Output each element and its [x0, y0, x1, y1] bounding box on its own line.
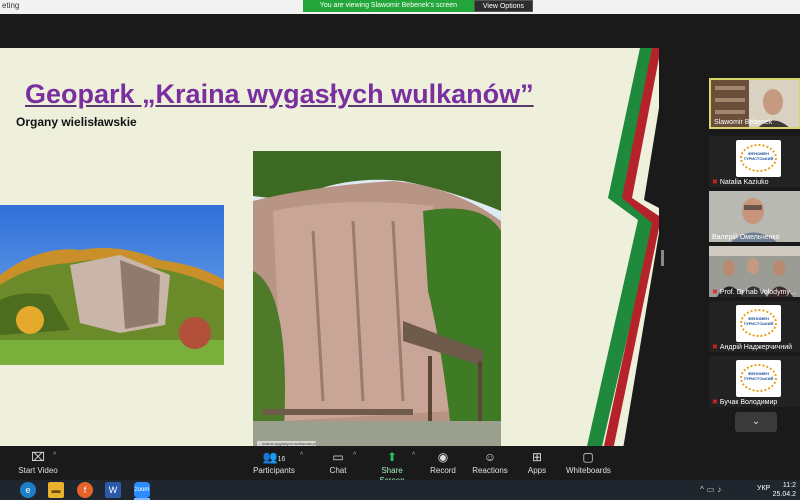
participants-button[interactable]: 👥16 Participants [250, 448, 298, 478]
participant-tile-active-speaker[interactable]: Slawomir Bebenek [709, 78, 800, 129]
participants-icon: 👥16 [262, 450, 286, 464]
share-screen-button[interactable]: ⬆ Share Screen [368, 448, 416, 485]
window-title: eting [2, 1, 20, 10]
muted-mic-icon: ✖ [712, 179, 718, 186]
decorative-stripes [585, 48, 659, 455]
participant-tile[interactable]: ✖ Prof. Dr hab Volodymy… [709, 246, 800, 297]
participant-tile[interactable]: Валерій Омельченко [709, 191, 800, 242]
reactions-label: Reactions [472, 466, 508, 475]
shared-screen-area: Geopark „Kraina wygasłych wulkanów” Orga… [0, 14, 705, 455]
apps-label: Apps [527, 466, 547, 475]
start-video-label: Start Video [18, 466, 58, 475]
firefox-icon[interactable]: f [77, 482, 93, 498]
quarry-photo-landscape [0, 205, 224, 365]
participant-name: ✖ Natalia Kaziuko [712, 178, 769, 187]
participant-name: ✖ Андрій Наджерчичний [712, 343, 793, 352]
participant-tile[interactable]: ФЕНОМЕН ТУРИСТСЬКИЙ ✖ Natalia Kaziuko [709, 136, 800, 187]
quarry-photo-cliff: … kraina-wygaslych-wulkanow.pl [253, 151, 501, 448]
slide-subtitle: Organy wielisławskie [16, 115, 137, 129]
record-label: Record [430, 466, 456, 475]
apps-icon: ⊞ [531, 450, 543, 464]
share-options-caret[interactable]: ^ [412, 452, 415, 459]
meeting-toolbar: ⌧ Start Video ^ 👥16 Participants ^ ▭ Cha… [0, 446, 800, 485]
presentation-slide: Geopark „Kraina wygasłych wulkanów” Orga… [0, 48, 659, 455]
share-screen-icon: ⬆ [386, 450, 398, 464]
participant-name: ✖ Бучак Володимир [712, 398, 778, 407]
participant-name: Валерій Омельченко [712, 234, 780, 241]
chat-label: Chat [329, 466, 347, 475]
apps-button[interactable]: ⊞ Apps [524, 448, 550, 478]
whiteboards-button[interactable]: ▢ Whiteboards [566, 448, 611, 478]
windows-taskbar: e ▬ f W zoom ^▭♪ УКР 11:2 25.04.2 [0, 480, 800, 500]
chat-options-caret[interactable]: ^ [353, 452, 356, 459]
clock[interactable]: 11:2 25.04.2 [773, 481, 796, 499]
profile-badge-image: ФЕНОМЕН ТУРИСТСЬКИЙ [736, 360, 781, 397]
reactions-icon: ☺ [483, 450, 497, 464]
slide-title: Geopark „Kraina wygasłych wulkanów” [25, 79, 534, 109]
participant-gallery: Slawomir Bebenek ФЕНОМЕН ТУРИСТСЬКИЙ ✖ Na… [705, 74, 800, 446]
view-options-button[interactable]: View Options [473, 0, 533, 12]
participant-tile[interactable]: ФЕНОМЕН ТУРИСТСЬКИЙ ✖ Андрій Наджерчичний [709, 301, 800, 352]
zoom-icon[interactable]: zoom [134, 482, 150, 498]
participants-options-caret[interactable]: ^ [300, 452, 303, 459]
reactions-button[interactable]: ☺ Reactions [471, 448, 509, 478]
muted-mic-icon: ✖ [712, 399, 718, 406]
clock-time: 11:2 [782, 482, 796, 489]
edge-browser-icon[interactable]: e [20, 482, 36, 498]
record-button[interactable]: ◉ Record [426, 448, 460, 478]
participant-name: Slawomir Bebenek [714, 119, 773, 126]
video-options-caret[interactable]: ^ [53, 452, 56, 459]
muted-mic-icon: ✖ [712, 289, 718, 296]
whiteboards-label: Whiteboards [566, 466, 611, 475]
muted-mic-icon: ✖ [712, 344, 718, 351]
file-explorer-icon[interactable]: ▬ [48, 482, 64, 498]
viewing-message: You are viewing Slawomir Bebenek's scree… [303, 0, 474, 12]
clock-date: 25.04.2 [772, 491, 796, 498]
gallery-scroll-down-button[interactable]: ⌄ [735, 412, 777, 432]
chat-icon: ▭ [332, 450, 344, 464]
profile-badge-image: ФЕНОМЕН ТУРИСТСЬКИЙ [736, 305, 781, 342]
record-icon: ◉ [437, 450, 449, 464]
whiteboard-icon: ▢ [582, 450, 594, 464]
system-tray-icons: ^▭♪ [700, 485, 725, 494]
profile-badge-image: ФЕНОМЕН ТУРИСТСЬКИЙ [736, 140, 781, 177]
panel-divider-handle[interactable] [661, 250, 664, 266]
participant-tile[interactable]: ФЕНОМЕН ТУРИСТСЬКИЙ ✖ Бучак Володимир [709, 356, 800, 407]
participants-label: Participants [253, 466, 295, 475]
keyboard-language[interactable]: УКР [757, 485, 770, 492]
screen-share-banner: You are viewing Slawomir Bebenek's scree… [303, 0, 533, 12]
word-icon[interactable]: W [105, 482, 121, 498]
participant-name: ✖ Prof. Dr hab Volodymy… [712, 288, 797, 297]
chat-button[interactable]: ▭ Chat [323, 448, 353, 478]
